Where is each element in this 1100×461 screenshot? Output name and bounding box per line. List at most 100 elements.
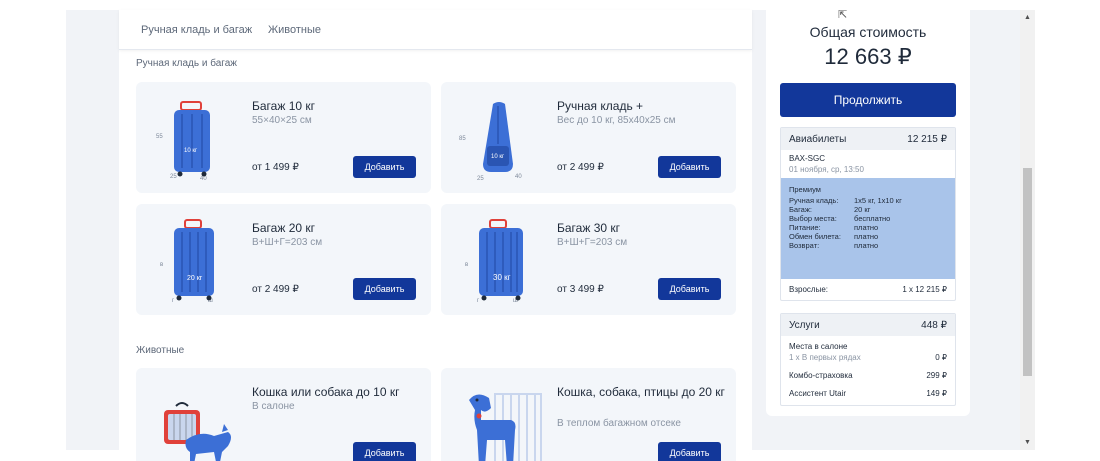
service-item: Комбо-страховка 299 ₽ (781, 365, 955, 383)
card-subtitle: Вес до 10 кг, 85х40х25 см (557, 115, 676, 126)
tariff-row: Ручная кладь: 1х5 кг, 1х10 кг (789, 196, 947, 205)
card-title: Багаж 30 кг (557, 221, 621, 235)
route-code: BAX-SGC (789, 154, 826, 163)
tariff-row: Выбор места: бесплатно (789, 214, 947, 223)
tariff-key: Ручная кладь: (789, 196, 839, 205)
dim-height-label: 85 (459, 136, 466, 142)
dim-depth-label: 25 (170, 174, 177, 180)
card-pet-cabin: Кошка или собака до 10 кг В салоне Добав… (136, 368, 431, 461)
tariff-value: платно (854, 241, 879, 250)
category-tabs: Ручная кладь и багаж Животные (119, 10, 752, 50)
service-name: Ассистент Utair (789, 389, 847, 398)
services-amount: 448 ₽ (921, 319, 947, 331)
extras-panel: Ручная кладь и багаж Животные Ручная кла… (119, 10, 752, 461)
card-title: Кошка или собака до 10 кг (252, 385, 400, 399)
tariff-row: Обмен билета: платно (789, 232, 947, 241)
tariff-value: бесплатно (854, 214, 891, 223)
card-pet-hold: Кошка, собака, птицы до 20 кг В теплом б… (441, 368, 736, 461)
tariff-key: Возврат: (789, 241, 820, 250)
tariff-key: Обмен билета: (789, 232, 841, 241)
pet-carrier-cat-icon (150, 380, 240, 461)
tariff-value: платно (854, 232, 879, 241)
tab-baggage[interactable]: Ручная кладь и багаж (141, 24, 252, 36)
suitcase-badge: 10 кг (184, 148, 198, 154)
services-box: Услуги 448 ₽ Места в салоне 1 x В первых… (780, 313, 956, 406)
continue-button[interactable]: Продолжить (780, 83, 956, 117)
tariff-value: платно (854, 223, 879, 232)
card-baggage-30kg: в г ш 30 кг Багаж 30 кг В+Ш+Г=203 см от … (441, 204, 736, 315)
adults-row: Взрослые: 1 x 12 215 ₽ (781, 279, 955, 300)
service-price: 299 ₽ (926, 371, 947, 380)
tariff-value: 1х5 кг, 1х10 кг (854, 196, 902, 205)
service-name: Места в салоне (789, 342, 848, 351)
dim-height-label: 55 (156, 134, 163, 140)
card-price: от 1 499 ₽ (252, 162, 299, 173)
scrollbar[interactable]: ▲ ▼ (1020, 10, 1035, 450)
card-baggage-20kg: в г ш 20 кг Багаж 20 кг В+Ш+Г=203 см от … (136, 204, 431, 315)
add-hand-luggage-button[interactable]: Добавить (658, 156, 721, 178)
card-subtitle: В теплом багажном отсеке (557, 418, 681, 429)
add-pet-cabin-button[interactable]: Добавить (353, 442, 416, 461)
scroll-up-arrow-icon[interactable]: ▲ (1023, 13, 1032, 22)
suitcase-30kg-icon: в г ш 30 кг (455, 216, 545, 306)
adults-label: Взрослые: (789, 285, 828, 294)
card-title: Кошка, собака, птицы до 20 кг (557, 385, 725, 399)
services-header: Услуги 448 ₽ (781, 314, 955, 336)
tariff-name: Премиум (789, 185, 821, 194)
add-baggage-10kg-button[interactable]: Добавить (353, 156, 416, 178)
service-price: 149 ₽ (926, 389, 947, 398)
dim-depth-label: 25 (477, 176, 484, 182)
scroll-down-arrow-icon[interactable]: ▼ (1023, 438, 1032, 447)
card-subtitle: В+Ш+Г=203 см (252, 237, 323, 248)
tariff-value: 20 кг (854, 205, 871, 214)
card-title: Ручная кладь + (557, 99, 644, 113)
suitcase-badge: 20 кг (187, 275, 203, 282)
tickets-amount: 12 215 ₽ (907, 133, 947, 145)
services-label: Услуги (789, 319, 820, 331)
tariff-key: Питание: (789, 223, 821, 232)
suitcase-10kg-icon: 55 25 40 10 кг (150, 94, 240, 184)
tickets-header: Авиабилеты 12 215 ₽ (781, 128, 955, 150)
service-item: Места в салоне 1 x В первых рядах 0 ₽ (781, 336, 955, 365)
flight-route: BAX-SGC 01 ноября, ср, 13:50 (781, 150, 955, 178)
add-baggage-20kg-button[interactable]: Добавить (353, 278, 416, 300)
scroll-thumb[interactable] (1023, 168, 1032, 376)
tickets-box: Авиабилеты 12 215 ₽ BAX-SGC 01 ноября, с… (780, 127, 956, 301)
dim-depth-label: г (172, 298, 175, 304)
card-subtitle: 55×40×25 см (252, 115, 312, 126)
service-name: Комбо-страховка (789, 371, 853, 380)
tariff-row: Возврат: платно (789, 241, 947, 250)
dog-cage-icon (455, 380, 545, 461)
add-baggage-30kg-button[interactable]: Добавить (658, 278, 721, 300)
service-price: 0 ₽ (935, 353, 947, 362)
service-item: Ассистент Utair 149 ₽ (781, 383, 955, 405)
dim-width-label: 40 (515, 174, 522, 180)
service-sub: 1 x В первых рядах (789, 353, 861, 362)
tariff-row: Багаж: 20 кг (789, 205, 947, 214)
tariff-row: Питание: платно (789, 223, 947, 232)
card-baggage-10kg: 55 25 40 10 кг Багаж 10 кг 55×40×25 см о… (136, 82, 431, 193)
card-price: от 3 499 ₽ (557, 284, 604, 295)
dim-width-label: 40 (200, 176, 207, 182)
suitcase-20kg-icon: в г ш 20 кг (150, 216, 240, 306)
section-title-pets: Животные (136, 345, 185, 356)
flight-date: 01 ноября, ср, 13:50 (789, 165, 864, 174)
tariff-key: Багаж: (789, 205, 812, 214)
tab-pets[interactable]: Животные (268, 24, 321, 36)
adults-value: 1 x 12 215 ₽ (902, 285, 947, 294)
garment-bag-icon: 85 25 40 10 кг (455, 94, 545, 184)
section-title-baggage: Ручная кладь и багаж (136, 58, 237, 69)
card-subtitle: В+Ш+Г=203 см (557, 237, 628, 248)
dim-height-label: в (160, 262, 163, 268)
mouse-cursor-icon: ⇱ (838, 9, 848, 21)
bag-badge: 10 кг (491, 154, 505, 160)
card-price: от 2 499 ₽ (557, 162, 604, 173)
dim-depth-label: г (477, 298, 480, 304)
tickets-label: Авиабилеты (789, 133, 847, 145)
card-subtitle: В салоне (252, 401, 295, 412)
card-hand-luggage-plus: 85 25 40 10 кг Ручная кладь + Вес до 10 … (441, 82, 736, 193)
add-pet-hold-button[interactable]: Добавить (658, 442, 721, 461)
order-summary: Общая стоимость 12 663 ₽ Продолжить Авиа… (766, 10, 970, 416)
tariff-details: Премиум Ручная кладь: 1х5 кг, 1х10 кг Баг… (781, 178, 955, 279)
card-price: от 2 499 ₽ (252, 284, 299, 295)
